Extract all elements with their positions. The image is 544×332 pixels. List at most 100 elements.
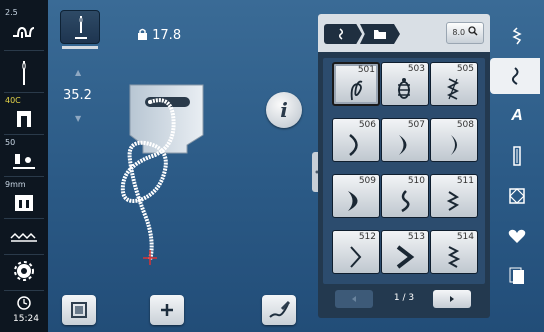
needle-selection[interactable] <box>3 56 45 90</box>
sewing-screen: 2.5 40C 50 9mm 15:24 17.8 ▲ 35.2 ▼ i 8.0… <box>0 0 544 332</box>
stitch-width-hint: 2.5 <box>5 8 18 17</box>
stitch-width-setting[interactable]: 2.5 <box>3 8 45 46</box>
feed-dog-icon <box>10 232 37 242</box>
decorative-stitch-icon <box>511 67 519 85</box>
feed-dog-label: 9mm <box>5 180 26 189</box>
info-button[interactable]: i <box>266 92 302 128</box>
stitch-length-hint: 50 <box>5 138 16 147</box>
tab-favorites[interactable] <box>494 218 540 254</box>
stitch-tile-501[interactable]: 501 <box>332 62 380 106</box>
stitch-number: 503 <box>407 64 425 74</box>
crescent-icon <box>349 134 358 156</box>
loop-icon <box>350 80 363 101</box>
needle-position-button[interactable] <box>60 10 100 44</box>
feed-setting[interactable] <box>3 222 45 250</box>
stitch-plate-icon <box>15 195 33 211</box>
tab-alphabets[interactable]: A <box>494 98 540 134</box>
needle-icon <box>22 61 26 85</box>
left-sidebar: 2.5 40C 50 9mm 15:24 <box>0 0 48 332</box>
gear-icon <box>14 261 34 281</box>
chevron-left-icon <box>352 296 356 302</box>
stitch-tile-508[interactable]: 508 <box>430 118 478 162</box>
foot-pressure-icon <box>13 154 35 169</box>
tab-decorative-stitches[interactable] <box>490 58 540 94</box>
breadcrumb-stitch-category[interactable] <box>324 24 362 44</box>
next-page-button[interactable] <box>433 290 471 308</box>
increase-arrow-icon[interactable]: ▲ <box>75 68 81 77</box>
thick-crescent-icon <box>348 191 358 211</box>
tab-personal-memory[interactable] <box>494 258 540 294</box>
presser-foot-icon <box>17 111 31 127</box>
add-button[interactable] <box>150 295 184 325</box>
stitch-edit-button[interactable] <box>262 295 296 325</box>
stitch-length-display[interactable]: 17.8 <box>137 28 181 43</box>
stitch-number: 501 <box>357 65 375 75</box>
time-display: 15:24 <box>13 314 39 324</box>
stitch-number: 511 <box>456 176 474 186</box>
decrease-arrow-icon[interactable]: ▼ <box>75 114 81 123</box>
stitch-tile-509[interactable]: 509 <box>332 174 380 218</box>
zigzag-arrow-icon <box>446 78 460 100</box>
thread-tension-setting[interactable]: 40C <box>3 96 45 132</box>
tension-icon <box>13 26 35 38</box>
stitch-tile-507[interactable]: 507 <box>381 118 429 162</box>
stitch-tile-506[interactable]: 506 <box>332 118 380 162</box>
thread-tension-label: 40C <box>5 96 21 105</box>
thick-chevron-icon <box>396 245 415 269</box>
clock-icon <box>17 296 31 310</box>
stitch-tile-513[interactable]: 513 <box>381 230 429 274</box>
zigzag-chevron-icon <box>447 246 461 268</box>
heart-icon <box>508 229 526 243</box>
feed-dog-setting[interactable]: 9mm <box>3 180 45 216</box>
stitch-number: 514 <box>456 232 474 242</box>
stitch-preview <box>120 84 204 265</box>
stitch-category-icon <box>338 28 344 40</box>
plus-icon <box>161 304 173 316</box>
buttonhole-icon <box>513 146 521 166</box>
stitch-number: 510 <box>407 176 425 186</box>
tab-quilt-stitches[interactable] <box>494 178 540 214</box>
stitch-tile-512[interactable]: 512 <box>332 230 380 274</box>
breadcrumb-folder[interactable] <box>360 24 400 44</box>
stitch-tile-510[interactable]: 510 <box>381 174 429 218</box>
stitch-number: 513 <box>407 232 425 242</box>
quilt-icon <box>509 188 525 204</box>
needle-down-icon <box>75 16 87 39</box>
breadcrumb: 8.0 <box>318 14 490 52</box>
lock-icon <box>138 28 147 40</box>
stitch-length-value: 17.8 <box>152 28 182 43</box>
tab-practical-stitches[interactable] <box>494 18 540 54</box>
page-indicator: 1 / 3 <box>393 293 415 303</box>
stitch-tile-514[interactable]: 514 <box>430 230 478 274</box>
previous-page-button[interactable] <box>335 290 373 308</box>
chevron-right-icon <box>450 296 454 302</box>
stitch-number: 506 <box>358 120 376 130</box>
search-label: 8.0 <box>452 28 466 37</box>
stitch-number: 512 <box>358 232 376 242</box>
stitch-tile-505[interactable]: 505 <box>430 62 478 106</box>
stitch-grid: 501 503 505 506 507 508 509 510 511 512 … <box>323 58 485 284</box>
straight-stitch-icon <box>512 27 522 45</box>
stitch-tile-503[interactable]: 503 <box>381 62 429 106</box>
stitch-length-setting[interactable]: 50 <box>3 138 45 174</box>
timer-button[interactable]: 15:24 <box>3 294 45 330</box>
pen-icon <box>269 300 291 318</box>
search-icon <box>467 26 478 36</box>
needle-indicator-bar <box>62 46 98 49</box>
settings-button[interactable] <box>3 258 45 286</box>
tab-buttonholes[interactable] <box>494 138 540 174</box>
pattern-view-button[interactable] <box>62 295 96 325</box>
chevron-icon <box>350 246 362 268</box>
stitch-number: 509 <box>358 176 376 186</box>
pagination: 1 / 3 <box>323 288 485 312</box>
alphabet-icon: A <box>511 107 523 124</box>
stitch-tile-511[interactable]: 511 <box>430 174 478 218</box>
crescent-icon <box>399 135 407 155</box>
category-tab-bar: A <box>490 14 540 332</box>
wave-icon <box>401 190 410 213</box>
bug-icon <box>398 78 410 99</box>
stitch-width-value: 35.2 <box>63 88 92 103</box>
stitch-selection-panel: 8.0 501 503 505 506 507 508 509 510 511 … <box>318 14 490 318</box>
stitch-number: 508 <box>456 120 474 130</box>
search-button[interactable]: 8.0 <box>446 22 484 44</box>
